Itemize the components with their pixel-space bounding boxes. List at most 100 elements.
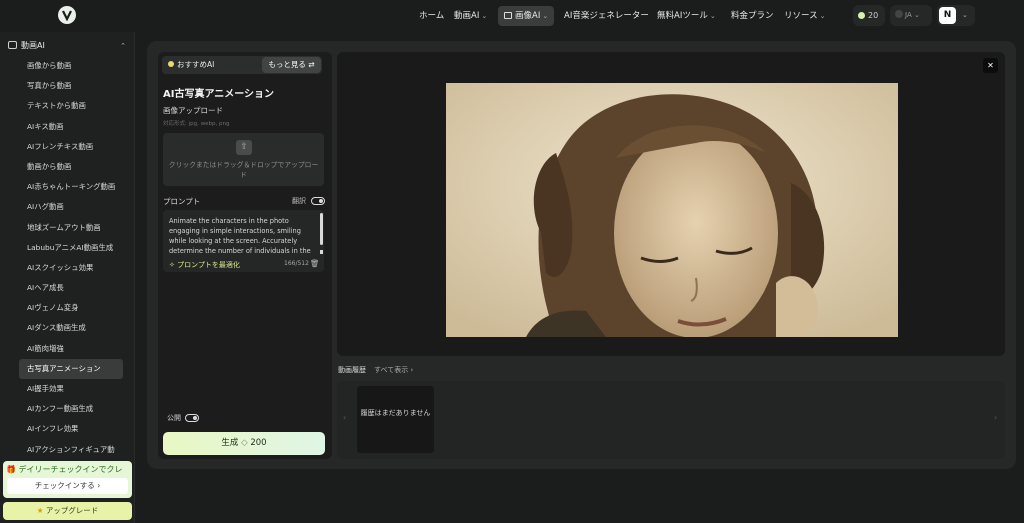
credits-badge[interactable]: 20: [853, 5, 885, 26]
nav-free-tools-label: 無料AIツール: [657, 11, 708, 21]
chevron-down-icon: ⌄: [542, 12, 549, 20]
prompt-scrollbar[interactable]: [320, 213, 323, 245]
globe-icon: [895, 10, 903, 18]
chevron-down-icon: ⌄: [962, 11, 968, 19]
gift-icon: 🎁: [6, 465, 16, 474]
sidebar-item[interactable]: テキストから動画: [19, 96, 123, 116]
history-label: 動画履歴: [338, 366, 366, 374]
checkin-text-label: デイリーチェックインでクレ: [18, 465, 123, 474]
image-icon: [504, 12, 512, 19]
sample-photo: [446, 83, 898, 337]
chevron-up-icon: ⌃: [120, 42, 126, 50]
sidebar-item[interactable]: AIスクイッシュ効果: [19, 258, 123, 278]
sidebar-section-video-ai[interactable]: 動画AI ⌃: [8, 38, 128, 54]
generate-label: 生成: [221, 438, 239, 448]
sidebar-item[interactable]: LabubuアニメAI動画生成: [19, 238, 123, 258]
translate-toggle[interactable]: [311, 197, 325, 205]
close-icon[interactable]: ✕: [983, 58, 998, 73]
optimize-prompt-button[interactable]: ✧ プロンプトを最適化: [169, 260, 240, 270]
sidebar-item[interactable]: AIヴェノム変身: [19, 298, 123, 318]
nav-video-ai-label: 動画AI: [454, 11, 480, 21]
nav-pricing-label: 料金プラン: [731, 11, 774, 21]
sidebar-item[interactable]: 写真から動画: [19, 76, 123, 96]
generate-button[interactable]: 生成 ◇ 200: [163, 432, 325, 455]
sidebar-item[interactable]: AIヘア成長: [19, 278, 123, 298]
sidebar-item[interactable]: 古写真アニメーション: [19, 358, 123, 379]
top-bar: ホーム 動画AI ⌄ 画像AI ⌄ AI音楽ジェネレーター 無料AIツール ⌄ 料金プ…: [0, 0, 1024, 32]
nav-home[interactable]: ホーム: [415, 6, 448, 26]
image-upload-dropzone[interactable]: ⇧ クリックまたはドラッグ＆ドロップでアップロード: [163, 133, 324, 186]
chevron-right-icon: ›: [97, 481, 101, 490]
sidebar-item[interactable]: AIダンス動画生成: [19, 318, 123, 338]
swap-icon: ⇄: [308, 60, 315, 69]
sidebar-item[interactable]: AIキス動画: [19, 117, 123, 137]
chevron-down-icon: ⌄: [481, 12, 488, 20]
daily-checkin-card: 🎁 デイリーチェックインでクレ チェックインする ›: [3, 461, 132, 498]
sidebar-item[interactable]: AI筋肉増強: [19, 339, 123, 359]
logo-icon[interactable]: [58, 6, 76, 24]
prompt-label: プロンプト: [163, 197, 201, 206]
char-count: 166/512: [284, 260, 309, 267]
upload-icon: ⇧: [236, 140, 252, 155]
avatar: N: [939, 7, 956, 24]
optimize-label: プロンプトを最適化: [177, 261, 240, 269]
nav-free-tools[interactable]: 無料AIツール ⌄: [653, 6, 720, 26]
prompt-scrollbar-end: [320, 250, 323, 254]
nav-resources[interactable]: リソース ⌄: [780, 6, 829, 26]
public-toggle[interactable]: [185, 414, 199, 422]
language-label: JA: [905, 11, 912, 19]
credit-diamond-icon: ◇: [241, 438, 248, 448]
sidebar-item[interactable]: AI赤ちゃんトーキング動画: [19, 177, 123, 197]
chevron-right-icon[interactable]: ›: [994, 413, 997, 422]
history-strip: [337, 381, 1005, 459]
checkin-text: 🎁 デイリーチェックインでクレ: [6, 464, 123, 475]
public-label: 公開: [167, 414, 181, 422]
nav-image-ai-label: 画像AI: [515, 11, 541, 21]
chevron-down-icon: ⌄: [819, 12, 826, 20]
credits-count: 20: [868, 11, 879, 20]
tool-title: AI古写真アニメーション: [163, 89, 275, 100]
prompt-text: Animate the characters in the photo enga…: [169, 217, 311, 254]
checkin-button-label: チェックインする: [34, 481, 95, 490]
upgrade-button[interactable]: ★ アップグレード: [3, 502, 132, 520]
sidebar-section-label: 動画AI: [21, 41, 45, 50]
checkin-button[interactable]: チェックインする ›: [7, 478, 128, 494]
vintage-portrait-image: [446, 83, 898, 337]
chevron-down-icon: ⌄: [709, 12, 716, 20]
chevron-left-icon[interactable]: ‹: [343, 413, 346, 422]
recommended-label: おすすめAI: [168, 56, 214, 74]
sidebar-item[interactable]: AIフレンチキス動画: [19, 137, 123, 157]
upload-label: 画像アップロード: [163, 106, 223, 115]
sidebar-item[interactable]: AIカンフー動画生成: [19, 399, 123, 419]
sidebar-item[interactable]: AIアクションフィギュア動: [19, 440, 123, 460]
nav-resources-label: リソース: [784, 11, 818, 21]
sidebar-item[interactable]: 地球ズームアウト動画: [19, 218, 123, 238]
sparkle-icon: [168, 61, 174, 67]
more-button[interactable]: もっと見る ⇄: [262, 57, 321, 73]
video-icon: [8, 41, 17, 49]
sidebar: 動画AI ⌃ 画像から動画 写真から動画 テキストから動画 AIキス動画 AIフレンチキ…: [0, 32, 135, 523]
chevron-right-icon: ›: [410, 366, 414, 374]
sidebar-item[interactable]: AIインフレ効果: [19, 419, 123, 439]
trash-icon[interactable]: 🗑: [310, 259, 320, 268]
crown-icon: ★: [36, 506, 44, 515]
more-label: もっと見る: [268, 60, 306, 69]
nav-image-ai[interactable]: 画像AI ⌄: [498, 6, 555, 26]
upgrade-label: アップグレード: [45, 506, 99, 515]
history-empty-card: 履歴はまだありません: [357, 386, 434, 453]
user-menu[interactable]: N ⌄: [937, 5, 975, 26]
generate-cost: 200: [250, 438, 267, 448]
language-selector[interactable]: JA ⌄: [890, 5, 932, 26]
nav-music[interactable]: AI音楽ジェネレーター: [560, 6, 653, 26]
credit-coin-icon: [858, 12, 865, 19]
sidebar-item[interactable]: AI握手効果: [19, 379, 123, 399]
sidebar-item[interactable]: AIハグ動画: [19, 197, 123, 217]
nav-video-ai[interactable]: 動画AI ⌄: [450, 6, 491, 26]
nav-music-label: AI音楽ジェネレーター: [564, 11, 649, 21]
sidebar-item[interactable]: 動画から動画: [19, 157, 123, 177]
history-view-all-label: すべて表示: [374, 366, 409, 374]
nav-pricing[interactable]: 料金プラン: [727, 6, 778, 26]
recommended-text: おすすめAI: [177, 60, 215, 69]
history-view-all-link[interactable]: すべて表示 ›: [374, 365, 413, 375]
sidebar-item[interactable]: 画像から動画: [19, 56, 123, 76]
